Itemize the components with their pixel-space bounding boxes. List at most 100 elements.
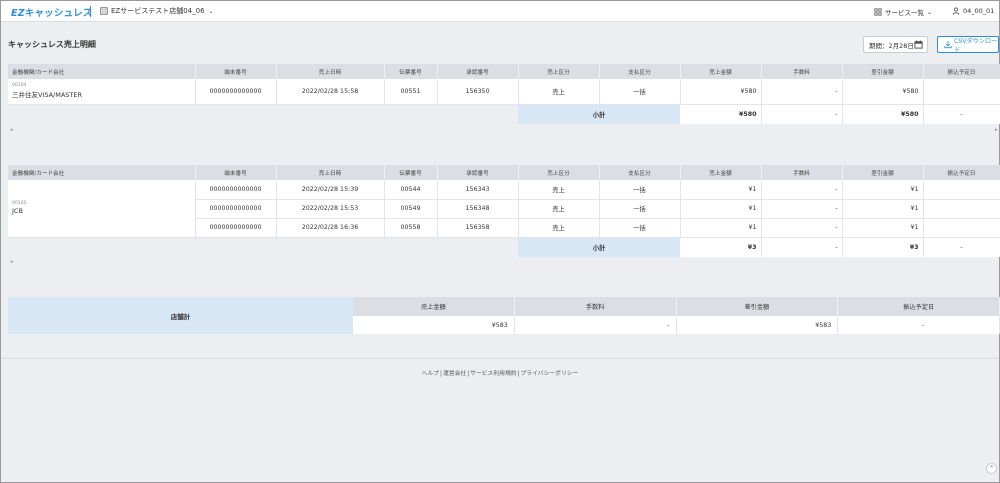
subtotal-label: 小計: [518, 104, 680, 124]
company-name: JCB: [12, 207, 23, 216]
transfer-cell: [923, 79, 1000, 105]
transfer-cell: [923, 218, 1000, 238]
col-header-slip: 伝票番号: [384, 165, 438, 180]
col-header-terminal: 端末番号: [195, 165, 277, 180]
chevron-down-icon: ⌄: [208, 7, 214, 15]
arrow-up-icon: ⌃: [988, 465, 995, 472]
table-row: 00104 三井住友VISA/MASTER 0000000000000 2022…: [8, 79, 1000, 105]
fee-cell: -: [761, 79, 843, 105]
slip-cell: 00551: [384, 79, 438, 105]
sales-table-group-2: 金融機関/カード会社 端末番号 売上日時 伝票番号 承認番号 売上区分 支払区分…: [8, 165, 1000, 257]
store-total-panel: 店舗計 売上金額 手数料 差引金額 振込予定日 ¥583 - ¥583 -: [8, 297, 1000, 334]
total-header-transfer: 振込予定日: [838, 297, 1000, 316]
col-header-company: 金融機関/カード会社: [8, 165, 196, 180]
subtotal-net: ¥580: [842, 104, 924, 124]
terminal-cell: 0000000000000: [195, 180, 277, 200]
col-header-terminal: 端末番号: [195, 64, 277, 79]
period-button[interactable]: 期間：2月28日: [863, 36, 928, 53]
app-logo[interactable]: EZキャッシュレス: [11, 5, 93, 19]
csv-download-button[interactable]: CSVダウンロード: [937, 36, 999, 54]
col-header-transfer: 振込予定日: [923, 64, 1000, 79]
datetime-cell: 2022/02/28 15:58: [276, 79, 385, 105]
company-cell: 00104 三井住友VISA/MASTER: [8, 79, 196, 105]
scroll-left-icon[interactable]: ◂: [10, 127, 13, 133]
scroll-top-button[interactable]: ⌃: [986, 463, 997, 474]
col-header-fee: 手数料: [761, 64, 843, 79]
footer-link-terms[interactable]: サービス利用規約: [470, 371, 516, 377]
datetime-cell: 2022/02/28 15:53: [276, 199, 385, 219]
store-name: EZサービステスト店舗04_06: [111, 7, 205, 15]
chevron-down-icon: ⌄: [927, 8, 933, 16]
download-icon: [944, 41, 952, 49]
user-menu[interactable]: 04_00_01: [952, 7, 994, 15]
total-value-transfer: -: [838, 316, 1000, 334]
fee-cell: -: [761, 180, 843, 200]
total-value-amount: ¥583: [353, 316, 515, 334]
table-header-row: 金融機関/カード会社 端末番号 売上日時 伝票番号 承認番号 売上区分 支払区分…: [8, 64, 1000, 79]
footer-link-help[interactable]: ヘルプ: [422, 371, 439, 377]
period-label: 期間：2月28日: [869, 41, 914, 50]
col-header-net: 差引金額: [842, 64, 924, 79]
subtotal-label: 小計: [518, 237, 680, 257]
terminal-cell: 0000000000000: [195, 218, 277, 238]
net-cell: ¥1: [842, 180, 924, 200]
footer-divider: [1, 358, 999, 359]
company-cell: 00105 JCB: [8, 180, 196, 238]
csv-label: CSVダウンロード: [954, 37, 998, 54]
terminal-cell: 0000000000000: [195, 199, 277, 219]
subtotal-transfer: -: [923, 237, 1000, 257]
table-header-row: 金融機関/カード会社 端末番号 売上日時 伝票番号 承認番号 売上区分 支払区分…: [8, 165, 1000, 180]
approval-cell: 156358: [437, 218, 519, 238]
subtotal-amount: ¥580: [680, 104, 762, 124]
total-header-amount: 売上金額: [353, 297, 515, 316]
scroll-right-icon[interactable]: ▸: [995, 127, 998, 133]
store-selector[interactable]: EZサービステスト店舗04_06 ⌄: [100, 6, 214, 16]
sale-type-cell: 売上: [518, 180, 600, 200]
col-header-approval: 承認番号: [437, 165, 519, 180]
transfer-cell: [923, 180, 1000, 200]
user-icon: [952, 7, 960, 15]
col-header-company: 金融機関/カード会社: [8, 64, 196, 79]
table-row: 00105 JCB 0000000000000 2022/02/28 15:39…: [8, 180, 1000, 238]
col-header-pay-type: 支払区分: [599, 165, 681, 180]
approval-cell: 156343: [437, 180, 519, 200]
subtotal-transfer: -: [923, 104, 1000, 124]
slip-cell: 00558: [384, 218, 438, 238]
net-cell: ¥580: [842, 79, 924, 105]
horizontal-scrollbar[interactable]: ◂: [8, 259, 1000, 265]
col-header-sale-type: 売上区分: [518, 64, 600, 79]
slip-cell: 00549: [384, 199, 438, 219]
datetime-cell: 2022/02/28 16:36: [276, 218, 385, 238]
sale-type-cell: 売上: [518, 218, 600, 238]
footer-link-company[interactable]: 運営会社: [443, 371, 466, 377]
total-header-fee: 手数料: [514, 297, 677, 316]
top-header: EZキャッシュレス EZサービステスト店舗04_06 ⌄ サービス一覧 ⌄ 04…: [1, 1, 999, 22]
col-header-transfer: 振込予定日: [923, 165, 1000, 180]
amount-cell: ¥580: [680, 79, 762, 105]
fee-cell: -: [761, 199, 843, 219]
company-name: 三井住友VISA/MASTER: [12, 91, 83, 100]
col-header-net: 差引金額: [842, 165, 924, 180]
subtotal-row: 小計 ¥3 - ¥3 -: [8, 237, 1000, 257]
amount-cell: ¥1: [680, 218, 762, 238]
page-title: キャッシュレス売上明細: [8, 40, 96, 49]
terminal-cell: 0000000000000: [195, 79, 277, 105]
sales-table-group-1: 金融機関/カード会社 端末番号 売上日時 伝票番号 承認番号 売上区分 支払区分…: [8, 64, 1000, 124]
approval-cell: 156348: [437, 199, 519, 219]
scroll-left-icon[interactable]: ◂: [10, 259, 13, 265]
footer-link-privacy[interactable]: プライバシーポリシー: [521, 371, 579, 377]
pay-type-cell: 一括: [599, 199, 681, 219]
user-label: 04_00_01: [963, 7, 995, 15]
col-header-amount: 売上金額: [680, 165, 762, 180]
col-header-approval: 承認番号: [437, 64, 519, 79]
horizontal-scrollbar[interactable]: ◂ ▸: [8, 127, 1000, 133]
grid-icon: [874, 8, 882, 16]
col-header-amount: 売上金額: [680, 64, 762, 79]
pay-type-cell: 一括: [599, 218, 681, 238]
slip-cell: 00544: [384, 180, 438, 200]
fee-cell: -: [761, 218, 843, 238]
datetime-cell: 2022/02/28 15:39: [276, 180, 385, 200]
company-code: 00104: [12, 83, 27, 89]
services-menu[interactable]: サービス一覧 ⌄: [874, 7, 932, 17]
subtotal-amount: ¥3: [680, 237, 762, 257]
